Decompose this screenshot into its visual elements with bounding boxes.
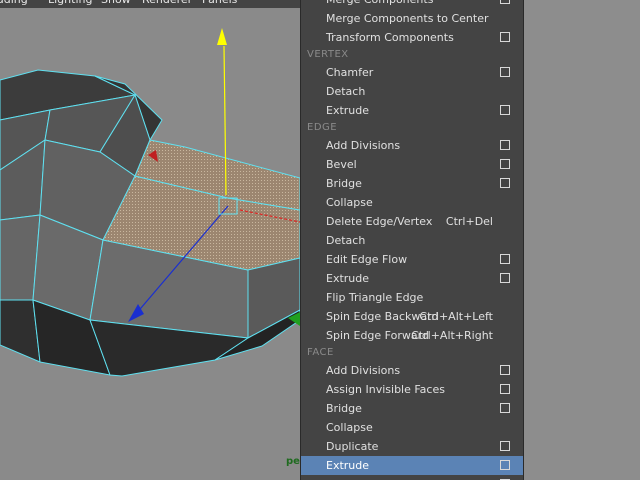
option-box-icon[interactable] <box>500 105 510 115</box>
option-box-icon[interactable] <box>500 254 510 264</box>
option-box-icon[interactable] <box>500 273 510 283</box>
menu-item[interactable]: Spin Edge Backward Ctrl+Alt+Left <box>301 307 523 326</box>
menu-item[interactable]: Collapse <box>301 193 523 212</box>
option-box-icon[interactable] <box>500 159 510 169</box>
menu-section-header: FACE <box>307 347 334 358</box>
menu-item-label: Merge Components <box>326 0 433 9</box>
menu-item-shortcut: Ctrl+Alt+Right <box>411 329 493 342</box>
menu-item-label: Delete Edge/Vertex <box>326 215 433 228</box>
menu-item[interactable]: Delete Edge/Vertex Ctrl+Del <box>301 212 523 231</box>
menu-item-label: Collapse <box>326 421 373 434</box>
menu-item[interactable]: Collapse <box>301 418 523 437</box>
menu-item[interactable]: Edit Edge Flow <box>301 250 523 269</box>
menu-item[interactable]: Add Divisions <box>301 361 523 380</box>
menu-item[interactable]: Detach <box>301 82 523 101</box>
menu-item-label: Detach <box>326 85 366 98</box>
menu-item-label: Add Divisions <box>326 139 401 152</box>
menu-item-label: Merge Components to Center <box>326 12 489 25</box>
menu-item-shortcut: Ctrl+Alt+Left <box>419 310 493 323</box>
option-box-icon[interactable] <box>500 32 510 42</box>
option-box-icon[interactable] <box>500 384 510 394</box>
menubar-item[interactable]: Renderer <box>142 0 192 6</box>
menu-item-label: Edit Edge Flow <box>326 253 408 266</box>
edit-mesh-menu[interactable]: Merge Components Merge Components to Cent… <box>300 0 524 480</box>
menu-item-label: Collapse <box>326 196 373 209</box>
viewport-background-right <box>522 0 640 480</box>
option-box-icon[interactable] <box>500 441 510 451</box>
menu-item-label: Extrude <box>326 272 370 285</box>
menubar-item[interactable]: hading <box>0 0 28 6</box>
option-box-icon[interactable] <box>500 140 510 150</box>
panel-menubar: hading Lighting Show Renderer Panels <box>0 0 300 8</box>
menu-item[interactable]: Bevel <box>301 155 523 174</box>
menu-item[interactable]: Merge Components to Center <box>301 9 523 28</box>
menu-item[interactable]: Add Divisions <box>301 136 523 155</box>
menu-item-label: Assign Invisible Faces <box>326 383 445 396</box>
menu-item[interactable]: Extrude <box>301 101 523 120</box>
menu-item[interactable]: Detach <box>301 231 523 250</box>
menu-item-label: Extrude <box>326 459 370 472</box>
menubar-item[interactable]: Show <box>101 0 131 6</box>
menu-item-label: Chamfer <box>326 66 374 79</box>
menu-item-label: Bridge <box>326 177 362 190</box>
menubar-item[interactable]: Lighting <box>48 0 92 6</box>
menu-item[interactable]: Assign Invisible Faces <box>301 380 523 399</box>
menu-item[interactable]: Chamfer <box>301 63 523 82</box>
menu-item-label: Bevel <box>326 158 357 171</box>
menu-item-label: Transform Components <box>326 31 454 44</box>
menu-item-label: Duplicate <box>326 440 379 453</box>
menu-item-shortcut: Ctrl+Del <box>445 215 493 228</box>
menu-section-header: EDGE <box>307 122 338 133</box>
option-box-icon[interactable] <box>500 403 510 413</box>
menu-item[interactable]: Bridge <box>301 399 523 418</box>
menu-item[interactable]: Flip Triangle Edge <box>301 288 523 307</box>
menu-section-header: VERTEX <box>307 49 349 60</box>
menu-item-label: Flip Triangle Edge <box>326 291 424 304</box>
option-box-icon[interactable] <box>500 460 510 470</box>
menu-item-label: Add Divisions <box>326 364 401 377</box>
option-box-icon[interactable] <box>500 67 510 77</box>
menu-item-label: Bridge <box>326 402 362 415</box>
option-box-icon[interactable] <box>500 0 510 4</box>
menubar-item[interactable]: Panels <box>202 0 237 6</box>
menu-item[interactable]: Merge Components <box>301 0 523 9</box>
menu-item-label: Detach <box>326 234 366 247</box>
menu-item[interactable]: Extrude <box>301 456 523 475</box>
menu-item[interactable]: Duplicate <box>301 437 523 456</box>
menu-item[interactable]: Bridge <box>301 174 523 193</box>
menu-item[interactable]: Poke <box>301 475 523 480</box>
option-box-icon[interactable] <box>500 365 510 375</box>
menu-item[interactable]: Transform Components <box>301 28 523 47</box>
option-box-icon[interactable] <box>500 178 510 188</box>
menu-item[interactable]: Spin Edge Forward Ctrl+Alt+Right <box>301 326 523 345</box>
menu-item[interactable]: Extrude <box>301 269 523 288</box>
menu-item-label: Poke <box>326 475 352 480</box>
menu-item-label: Extrude <box>326 104 370 117</box>
